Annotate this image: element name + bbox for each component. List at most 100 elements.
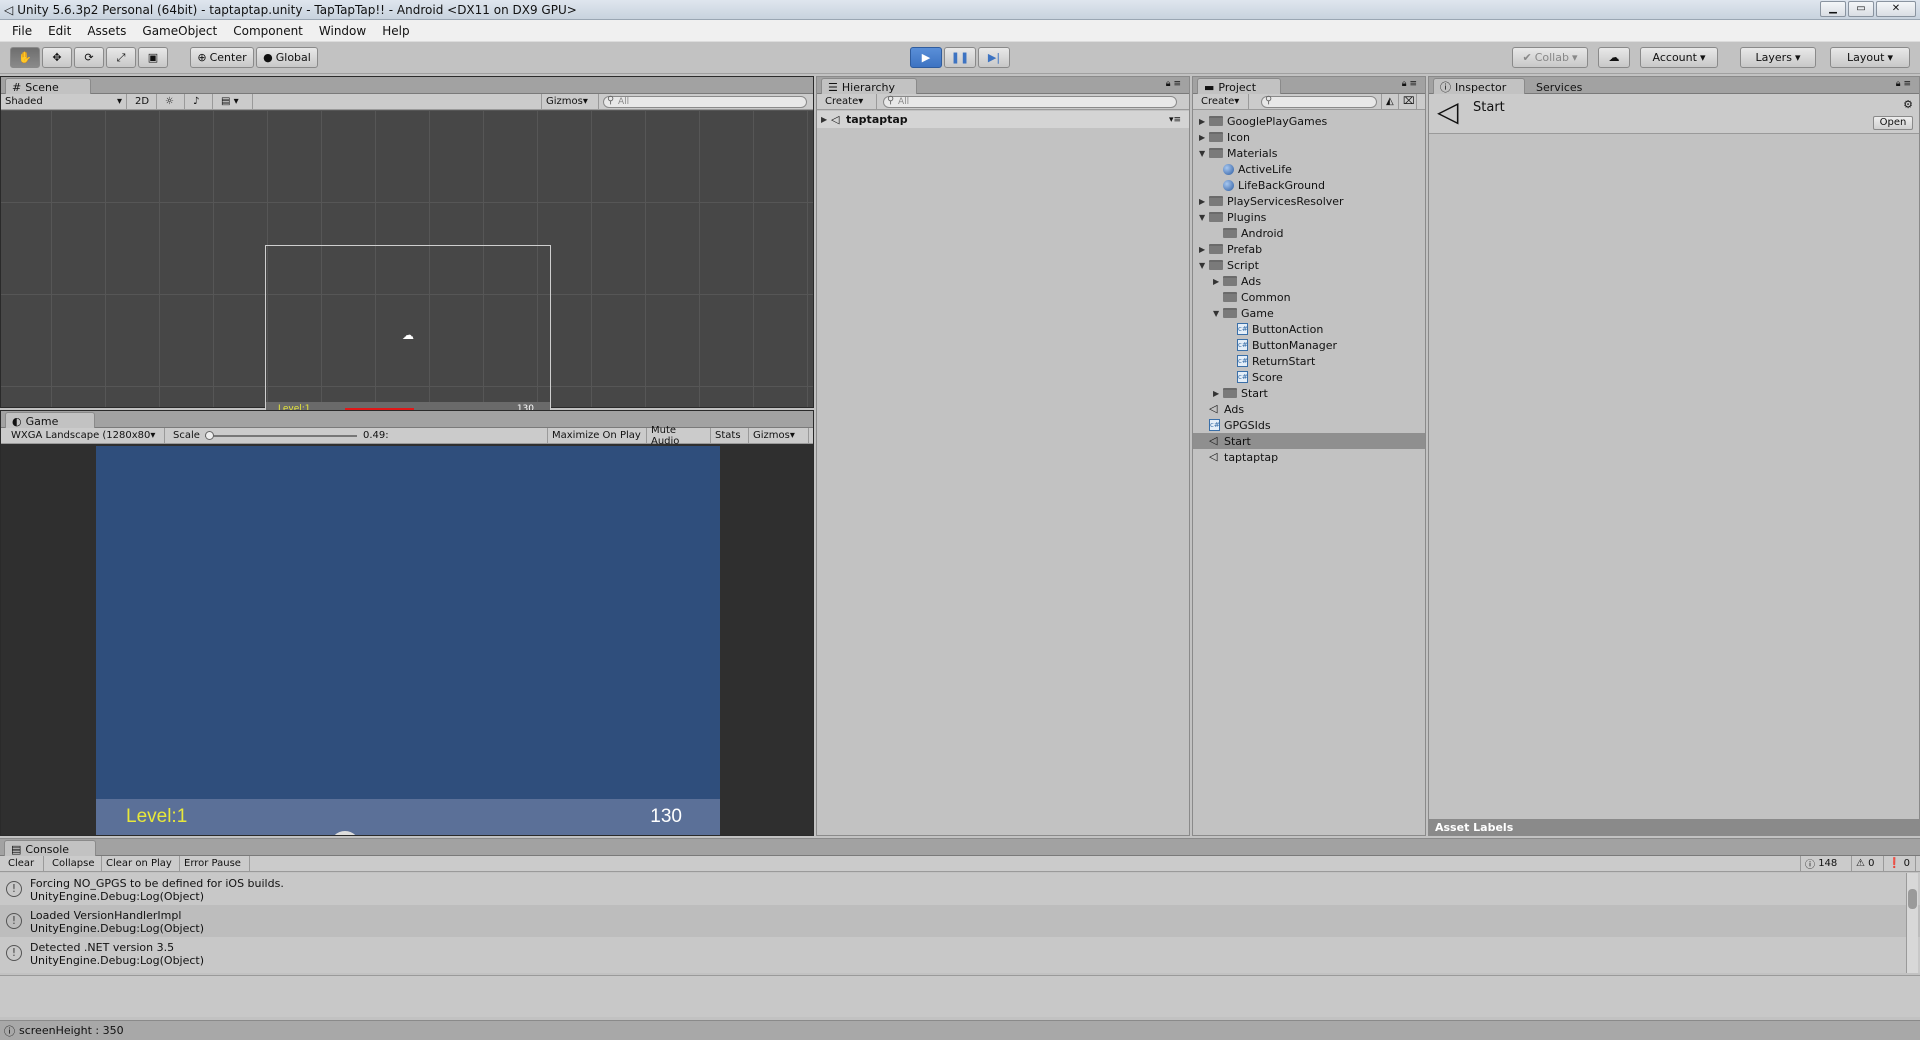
console-error-pause-button[interactable]: Error Pause bbox=[180, 856, 250, 871]
menu-component[interactable]: Component bbox=[225, 24, 311, 38]
maximize-button[interactable]: ▭ bbox=[1848, 1, 1874, 17]
hand-tool-icon[interactable]: ✋ bbox=[10, 47, 40, 68]
tab-console[interactable]: ▤ Console bbox=[4, 840, 96, 856]
asset-labels-bar[interactable]: Asset Labels bbox=[1429, 819, 1919, 836]
rect-tool-icon[interactable]: ▣ bbox=[138, 47, 168, 68]
maximize-on-play-toggle[interactable]: Maximize On Play bbox=[547, 428, 647, 443]
pivot-center-button[interactable]: ⊕ Center bbox=[190, 47, 254, 68]
project-lock-icon[interactable]: 🔒︎ ≡ bbox=[1402, 79, 1417, 89]
shading-dropdown[interactable]: Shaded ▾ bbox=[1, 94, 127, 109]
expand-arrow-icon[interactable]: ▼ bbox=[1199, 149, 1209, 158]
console-info-filter[interactable]: ⓘ 148 bbox=[1800, 856, 1852, 871]
close-button[interactable]: ✕ bbox=[1876, 1, 1916, 17]
console-scroll-thumb[interactable] bbox=[1908, 889, 1917, 909]
project-item[interactable]: ▶ GooglePlayGames bbox=[1193, 113, 1425, 129]
tab-services[interactable]: Services bbox=[1529, 78, 1599, 94]
minimize-button[interactable]: ▁ bbox=[1820, 1, 1846, 17]
menu-file[interactable]: File bbox=[4, 24, 40, 38]
menu-help[interactable]: Help bbox=[374, 24, 417, 38]
project-item[interactable]: c# Score bbox=[1193, 369, 1425, 385]
menu-edit[interactable]: Edit bbox=[40, 24, 79, 38]
project-item[interactable]: ▶ Icon bbox=[1193, 129, 1425, 145]
tab-inspector[interactable]: ⓘ Inspector bbox=[1433, 78, 1525, 94]
rotate-tool-icon[interactable]: ⟳ bbox=[74, 47, 104, 68]
resolution-dropdown[interactable]: WXGA Landscape (1280x80 ▾ bbox=[7, 428, 165, 443]
lock-icon[interactable]: 🔒︎ ≡ bbox=[1166, 79, 1181, 89]
console-row[interactable]: ! Loaded VersionHandlerImpl UnityEngine.… bbox=[0, 905, 1920, 937]
project-item[interactable]: c# ButtonAction bbox=[1193, 321, 1425, 337]
console-row[interactable]: ! Detected .NET version 3.5 UnityEngine.… bbox=[0, 937, 1920, 969]
scale-slider-track[interactable] bbox=[205, 435, 357, 437]
pivot-global-button[interactable]: ● Global bbox=[256, 47, 318, 68]
tab-hierarchy[interactable]: ☰ Hierarchy bbox=[821, 78, 917, 94]
project-item[interactable]: c# ButtonManager bbox=[1193, 337, 1425, 353]
console-row[interactable]: ! Forcing NO_GPGS to be defined for iOS … bbox=[0, 873, 1920, 905]
console-error-filter[interactable]: ❗ 0 bbox=[1884, 856, 1916, 871]
step-button[interactable]: ▶| bbox=[978, 47, 1010, 68]
account-dropdown[interactable]: Account ▾ bbox=[1640, 47, 1718, 68]
move-tool-icon[interactable]: ✥ bbox=[42, 47, 72, 68]
project-item[interactable]: c# ReturnStart bbox=[1193, 353, 1425, 369]
open-button[interactable]: Open bbox=[1873, 116, 1913, 130]
expand-arrow-icon[interactable]: ▶ bbox=[1199, 245, 1209, 254]
project-search-input[interactable] bbox=[1261, 96, 1377, 108]
project-item[interactable]: ▶ Start bbox=[1193, 385, 1425, 401]
play-button[interactable]: ▶ bbox=[910, 47, 942, 68]
cloud-icon[interactable]: ☁ bbox=[1598, 47, 1630, 68]
game-view[interactable]: Level:1 130 bbox=[96, 446, 720, 835]
console-scrollbar[interactable] bbox=[1906, 873, 1918, 973]
project-item[interactable]: LifeBackGround bbox=[1193, 177, 1425, 193]
filter-label-icon[interactable]: ⌧ bbox=[1399, 94, 1417, 109]
layout-dropdown[interactable]: Layout ▾ bbox=[1830, 47, 1910, 68]
console-clear-button[interactable]: Clear bbox=[4, 856, 44, 871]
game-gizmos-dropdown[interactable]: Gizmos ▾ bbox=[749, 428, 809, 443]
scene-search-input[interactable]: All bbox=[603, 96, 807, 108]
project-item[interactable]: ActiveLife bbox=[1193, 161, 1425, 177]
tab-project[interactable]: ▬ Project bbox=[1197, 78, 1281, 94]
stats-toggle[interactable]: Stats bbox=[711, 428, 749, 443]
expand-arrow-icon[interactable]: ▶ bbox=[1213, 277, 1223, 286]
project-item[interactable]: Common bbox=[1193, 289, 1425, 305]
lighting-icon[interactable]: ☼ bbox=[161, 94, 185, 109]
scale-tool-icon[interactable]: ⤢ bbox=[106, 47, 136, 68]
pause-button[interactable]: ❚❚ bbox=[944, 47, 976, 68]
project-item[interactable]: ▼ Plugins bbox=[1193, 209, 1425, 225]
expand-arrow-icon[interactable]: ▶ bbox=[1199, 117, 1209, 126]
scale-slider-handle[interactable] bbox=[205, 431, 214, 440]
layers-dropdown[interactable]: Layers ▾ bbox=[1740, 47, 1816, 68]
project-item[interactable]: ▶ Prefab bbox=[1193, 241, 1425, 257]
project-item[interactable]: ▼ Materials bbox=[1193, 145, 1425, 161]
expand-arrow-icon[interactable]: ▶ bbox=[1213, 389, 1223, 398]
effects-icon[interactable]: ▤ ▾ bbox=[217, 94, 253, 109]
project-item[interactable]: c# GPGSIds bbox=[1193, 417, 1425, 433]
hierarchy-create-button[interactable]: Create ▾ bbox=[821, 94, 877, 109]
menu-assets[interactable]: Assets bbox=[79, 24, 134, 38]
expand-arrow-icon[interactable]: ▶ bbox=[1199, 133, 1209, 142]
2d-toggle[interactable]: 2D bbox=[131, 94, 157, 109]
project-create-button[interactable]: Create ▾ bbox=[1197, 94, 1249, 109]
menu-window[interactable]: Window bbox=[311, 24, 374, 38]
scene-gizmos-dropdown[interactable]: Gizmos ▾ bbox=[541, 94, 599, 109]
project-item[interactable]: ◁ Ads bbox=[1193, 401, 1425, 417]
project-item[interactable]: ▶ Ads bbox=[1193, 273, 1425, 289]
console-warning-filter[interactable]: ⚠ 0 bbox=[1852, 856, 1884, 871]
project-item[interactable]: ◁ taptaptap bbox=[1193, 449, 1425, 465]
mute-audio-toggle[interactable]: Mute Audio bbox=[647, 425, 711, 447]
expand-arrow-icon[interactable]: ▶ bbox=[1199, 197, 1209, 206]
expand-arrow-icon[interactable]: ▶ bbox=[821, 115, 831, 124]
tab-scene[interactable]: # Scene bbox=[5, 78, 91, 94]
scene-viewport[interactable]: Level:1 130 ☁ bbox=[1, 110, 813, 470]
tab-game[interactable]: ◐ Game bbox=[5, 412, 95, 428]
status-bar[interactable]: ⓘ screenHeight : 350 bbox=[0, 1020, 1920, 1040]
project-item[interactable]: ▶ PlayServicesResolver bbox=[1193, 193, 1425, 209]
expand-arrow-icon[interactable]: ▼ bbox=[1199, 261, 1209, 270]
project-item[interactable]: Android bbox=[1193, 225, 1425, 241]
audio-icon[interactable]: ♪ bbox=[189, 94, 213, 109]
expand-arrow-icon[interactable]: ▼ bbox=[1199, 213, 1209, 222]
hierarchy-search-input[interactable]: All bbox=[883, 96, 1177, 108]
expand-arrow-icon[interactable]: ▼ bbox=[1213, 309, 1223, 318]
project-item[interactable]: ◁ Start bbox=[1193, 433, 1425, 449]
collab-button[interactable]: ✔ Collab ▾ bbox=[1512, 47, 1588, 68]
inspector-lock-icon[interactable]: 🔒︎ ≡ bbox=[1896, 79, 1911, 89]
console-clear-on-play-button[interactable]: Clear on Play bbox=[102, 856, 180, 871]
